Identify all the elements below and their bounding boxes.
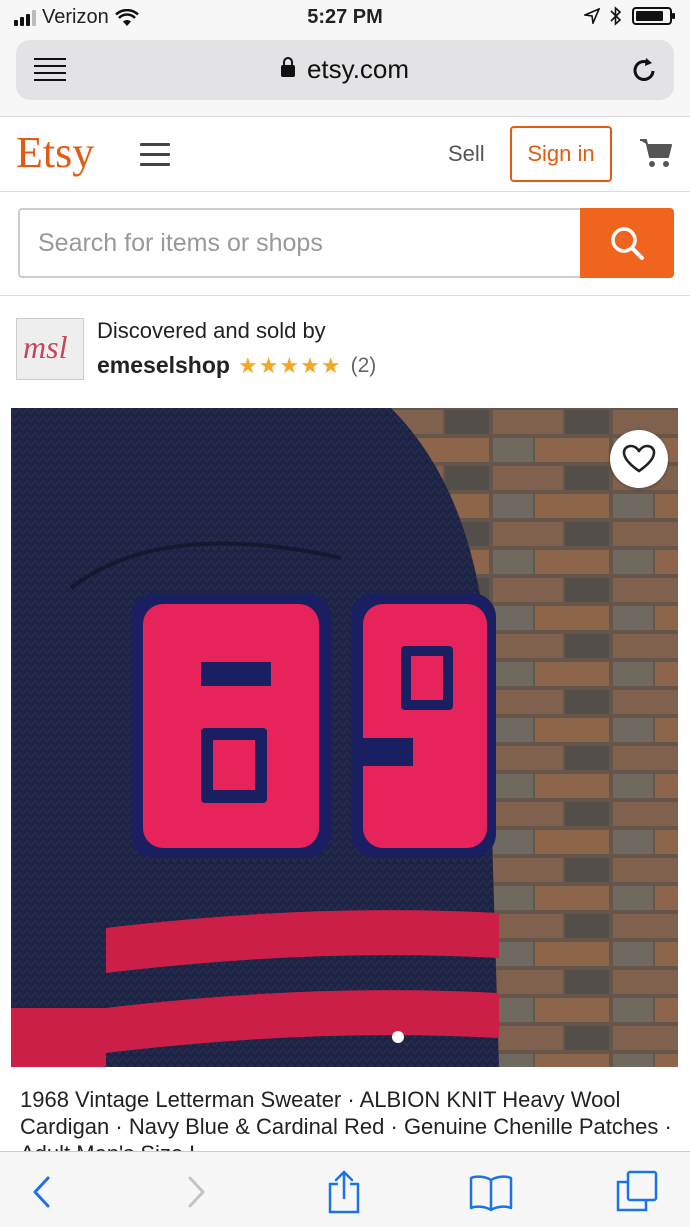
star-icon: ★ <box>279 352 300 378</box>
shop-avatar-logo: msl <box>23 329 68 365</box>
forward-icon[interactable] <box>176 1170 216 1214</box>
star-icon: ★ <box>320 352 341 378</box>
product-photo <box>11 408 678 1067</box>
sweater-numerals <box>131 593 496 858</box>
reload-icon[interactable] <box>628 54 660 86</box>
search-icon <box>611 227 644 260</box>
browser-toolbar <box>0 1151 690 1227</box>
back-icon[interactable] <box>22 1170 62 1214</box>
location-icon <box>584 8 600 24</box>
product-image[interactable] <box>11 408 678 1067</box>
discovered-label: Discovered and sold by <box>97 318 326 343</box>
url-bar[interactable]: etsy.com <box>16 40 674 100</box>
shop-line: emeselshop ★ ★ ★ ★ ★ (2) <box>97 352 376 379</box>
url-display[interactable]: etsy.com <box>16 54 674 85</box>
menu-icon[interactable] <box>140 143 170 167</box>
site-header: Etsy Sell Sign in <box>0 116 690 192</box>
review-count[interactable]: (2) <box>351 354 377 378</box>
search-area <box>0 192 690 296</box>
sign-in-button[interactable]: Sign in <box>510 126 612 182</box>
carousel-dot-active[interactable] <box>392 1031 404 1043</box>
browser-url-area: etsy.com <box>0 36 690 116</box>
star-icon: ★ <box>258 352 279 378</box>
lock-icon <box>280 57 295 77</box>
tabs-icon[interactable] <box>614 1170 660 1214</box>
status-right <box>584 6 675 26</box>
shop-info: msl Discovered and sold by emeselshop ★ ★… <box>0 296 690 408</box>
share-icon[interactable] <box>324 1170 364 1214</box>
battery-icon <box>632 7 675 25</box>
bookmarks-icon[interactable] <box>468 1170 514 1214</box>
bluetooth-icon <box>610 6 622 26</box>
shop-avatar[interactable]: msl <box>16 318 84 380</box>
cart-icon[interactable] <box>638 135 674 171</box>
search-input[interactable] <box>18 208 582 278</box>
star-icon: ★ <box>300 352 320 378</box>
star-rating: ★ ★ ★ ★ ★ <box>238 353 341 379</box>
shop-name-link[interactable]: emeselshop <box>97 352 230 379</box>
url-text: etsy.com <box>306 54 410 84</box>
favorite-button[interactable] <box>610 430 668 488</box>
sell-link[interactable]: Sell <box>448 141 485 167</box>
search-button[interactable] <box>580 208 674 278</box>
etsy-logo[interactable]: Etsy <box>16 127 94 178</box>
star-icon: ★ <box>237 352 258 378</box>
heart-icon <box>622 444 656 473</box>
status-bar: Verizon 5:27 PM <box>0 0 690 36</box>
